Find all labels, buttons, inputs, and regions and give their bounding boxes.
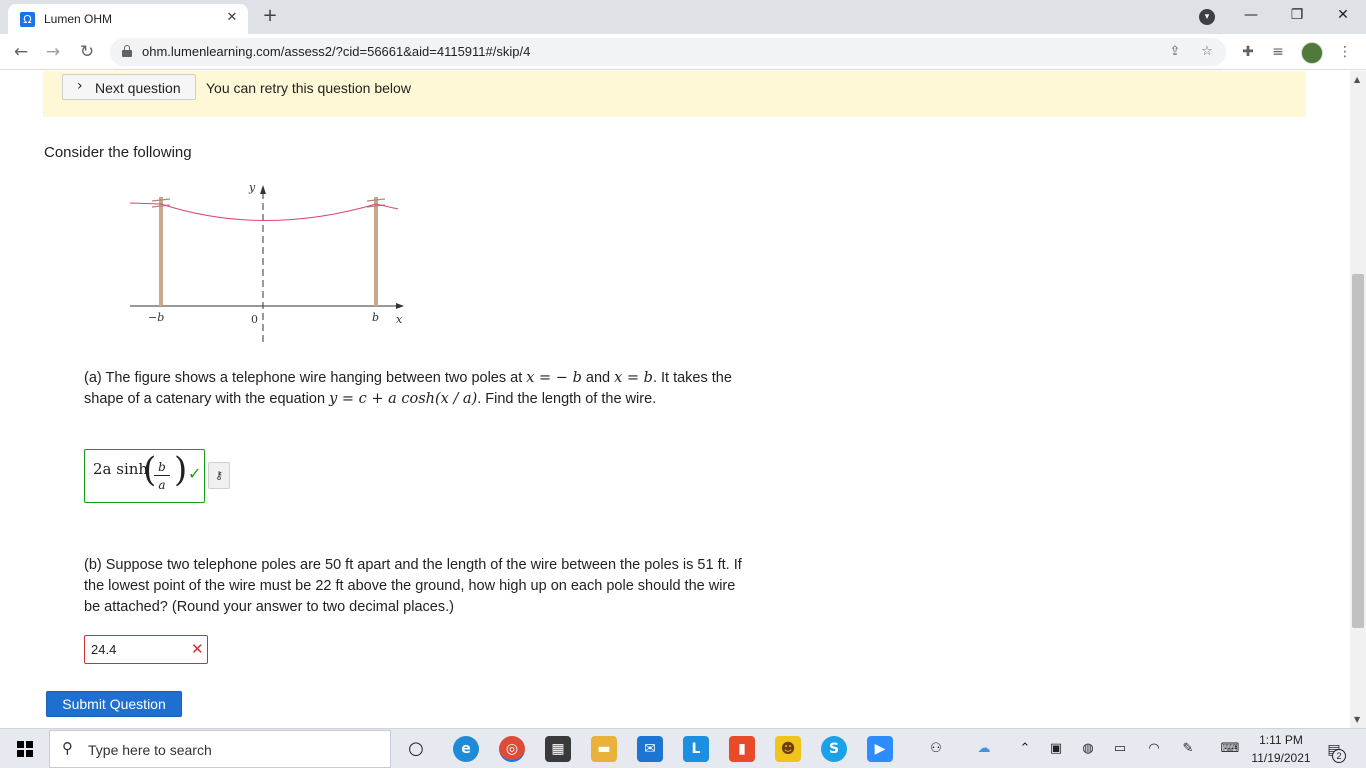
incorrect-x-icon: ✕ [191,640,204,658]
lumen-app-icon[interactable]: L [683,736,709,762]
edge-icon[interactable]: e [453,736,479,762]
windows-taskbar: ⚲ Type here to search ○ e ◎ ▦ ▬ ✉ L ▮ ☻ … [0,728,1366,768]
forward-arrow-icon[interactable]: → [42,41,64,63]
zoom-icon[interactable]: ▶ [867,736,893,762]
part-a-answer-field[interactable]: 2a sinh ( b a ) ✓ [84,449,205,503]
x-axis-label: x [396,313,403,326]
back-arrow-icon[interactable]: ← [10,41,32,63]
part-a-eq-1: x = − b [526,370,582,386]
windows-logo-icon [17,741,33,757]
tab-title: Lumen OHM [44,12,113,26]
chrome-icon[interactable]: ◎ [499,736,525,762]
part-b-answer-field[interactable]: 24.4 ✕ [84,635,208,664]
tab-close-icon[interactable]: ✕ [224,10,240,26]
part-b-text: (b) Suppose two telephone poles are 50 f… [84,557,742,615]
lock-icon[interactable] [122,45,132,57]
battery-icon[interactable]: ▭ [1110,739,1130,759]
search-placeholder: Type here to search [88,742,212,758]
mail-icon[interactable]: ✉ [637,736,663,762]
notification-count-badge: 2 [1332,749,1346,763]
reading-list-icon[interactable]: ≡ [1268,42,1288,62]
reload-icon[interactable]: ↻ [76,41,98,63]
skype-icon[interactable]: S [821,736,847,762]
origin-tick-label: 0 [251,313,258,326]
close-window-button[interactable]: ✕ [1330,4,1356,26]
lumen-favicon-icon: Ω [20,12,35,27]
b-tick-label: b [372,311,379,324]
taskbar-search-box[interactable]: ⚲ Type here to search [49,730,391,768]
bookmark-star-icon[interactable]: ☆ [1198,43,1216,61]
chevron-right-icon: › [77,78,83,94]
next-question-button[interactable]: › Next question [62,74,196,100]
clock-time: 1:11 PM [1259,733,1303,747]
pen-icon[interactable]: ✎ [1178,739,1198,759]
show-answer-key-icon[interactable]: ⚷ [208,462,230,489]
tab-search-icon[interactable]: ▾ [1199,9,1215,25]
correct-check-icon: ✓ [188,464,202,483]
profile-avatar[interactable] [1301,42,1323,64]
next-question-label: Next question [95,80,181,96]
part-a-text-1: (a) The figure shows a telephone wire ha… [84,370,527,386]
part-a-answer-prefix: 2a sinh [93,460,149,478]
file-explorer-icon[interactable]: ▬ [591,736,617,762]
onedrive-icon[interactable]: ☁ [974,739,994,759]
extensions-puzzle-icon[interactable]: ✚ [1238,42,1258,62]
part-b-answer-value[interactable]: 24.4 [91,642,116,657]
store-icon[interactable]: ▦ [545,736,571,762]
y-axis-arrow [260,185,266,194]
device-icon[interactable]: ▣ [1046,739,1066,759]
x-axis-arrow [396,303,404,309]
clock-date: 11/19/2021 [1251,751,1311,765]
address-bar[interactable]: ohm.lumenlearning.com/assess2/?cid=56661… [110,38,1226,66]
catenary-wire [129,202,399,221]
minimize-button[interactable]: — [1238,4,1264,26]
page-viewport: › Next question You can retry this quest… [0,71,1350,728]
search-icon: ⚲ [62,739,73,757]
y-axis-label: y [248,181,256,194]
meet-now-icon[interactable]: ◍ [1078,739,1098,759]
people-icon[interactable]: ⚇ [926,739,946,759]
browser-tab[interactable]: Ω Lumen OHM ✕ [8,4,248,34]
menu-kebab-icon[interactable]: ⋮ [1335,42,1355,62]
cortana-icon[interactable]: ○ [403,736,429,762]
part-a-answer-fraction: b a [150,454,174,498]
system-clock[interactable]: 1:11 PM 11/19/2021 [1248,731,1314,767]
part-a-text-4: . Find the length of the wire. [477,391,657,407]
catenary-figure: y x −b 0 b [129,181,404,342]
submit-question-button[interactable]: Submit Question [46,691,182,717]
keyboard-icon[interactable]: ⌨ [1218,739,1242,759]
part-a-eq-3: y = c + a cosh(x / a) [329,391,478,407]
part-a-text: (a) The figure shows a telephone wire ha… [84,368,744,410]
restore-button[interactable]: ❐ [1284,4,1310,26]
fraction-numerator: b [158,460,166,474]
page-scrollbar[interactable]: ▲ ▼ [1350,71,1366,728]
neg-b-tick-label: −b [148,311,164,324]
part-a-eq-2: x = b [614,370,653,386]
start-button[interactable] [0,729,48,769]
browser-toolbar: ← → ↻ ohm.lumenlearning.com/assess2/?cid… [0,34,1366,70]
scroll-down-arrow-icon[interactable]: ▼ [1354,715,1360,724]
part-a-text-2: and [581,370,615,386]
url-text[interactable]: ohm.lumenlearning.com/assess2/?cid=56661… [142,44,530,59]
wifi-icon[interactable]: ◠ [1144,739,1164,759]
scroll-thumb[interactable] [1352,274,1364,628]
game-app-icon[interactable]: ☻ [775,736,801,762]
new-tab-button[interactable]: + [260,6,280,26]
office-icon[interactable]: ▮ [729,736,755,762]
scroll-up-arrow-icon[interactable]: ▲ [1354,75,1360,84]
fraction-denominator: a [158,478,166,492]
retry-notice-bar: › Next question You can retry this quest… [43,71,1306,117]
retry-message: You can retry this question below [206,80,411,96]
browser-tab-strip: Ω Lumen OHM ✕ + ▾ — ❐ ✕ [0,0,1366,34]
question-intro: Consider the following [44,144,192,161]
share-icon[interactable]: ⇪ [1166,43,1184,61]
show-hidden-icons-icon[interactable]: ⌃ [1015,739,1035,759]
